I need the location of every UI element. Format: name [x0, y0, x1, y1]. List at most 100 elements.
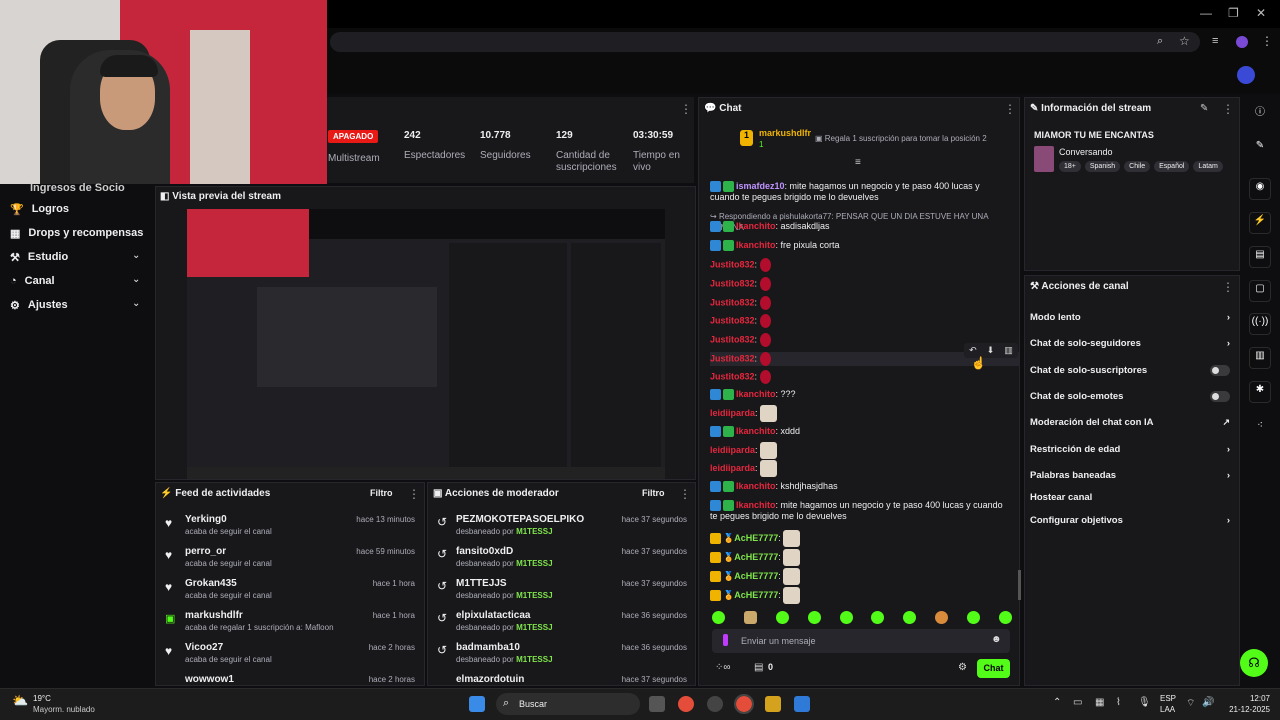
tray-network-icon[interactable]: ⌇	[1116, 697, 1121, 708]
chat-message[interactable]: 🏅AcHE7777:	[710, 530, 1010, 547]
tray-chevron-icon[interactable]: ⌃	[1053, 697, 1061, 708]
bolt-icon[interactable]: ⚡	[1249, 212, 1271, 234]
tag[interactable]: Español	[1154, 161, 1190, 172]
chat-scrollbar[interactable]	[1018, 570, 1021, 600]
chat-message[interactable]: lkanchito: fre pixula corta	[710, 240, 1010, 252]
notepad-icon[interactable]	[794, 696, 810, 712]
broadcast-icon[interactable]: ((·))	[1249, 313, 1271, 335]
windows-start-icon[interactable]	[469, 696, 485, 712]
sidebar-item-canal[interactable]: ◔ Canal	[10, 271, 150, 291]
chevron-down-icon[interactable]: ⌄	[132, 298, 140, 309]
chat-user[interactable]: Justito832	[710, 259, 755, 269]
chat-message[interactable]: Justito832:	[710, 258, 1010, 272]
chat-menu-icon[interactable]: ⋮	[1004, 102, 1016, 116]
chat-send-button[interactable]: Chat	[977, 659, 1010, 678]
wrench-icon[interactable]: ✱	[1249, 381, 1271, 403]
obs-icon[interactable]	[707, 696, 723, 712]
chat-user[interactable]: Justito832	[710, 297, 755, 307]
chat-message[interactable]: Justito832:	[710, 277, 1010, 291]
action-age-restriction[interactable]: Restricción de edad ›	[1030, 441, 1230, 457]
file-explorer-icon[interactable]	[649, 696, 665, 712]
chat-user[interactable]: lkanchito	[736, 500, 776, 510]
bookmark-star-icon[interactable]: ☆	[1179, 34, 1190, 48]
mod-menu-icon[interactable]: ⋮	[679, 487, 691, 501]
chat-message[interactable]: Justito832:	[710, 296, 1010, 310]
feed-filter-button[interactable]: Filtro	[370, 488, 393, 498]
chevron-down-icon[interactable]: ⌄	[132, 274, 140, 285]
stats-menu-icon[interactable]: ⋮	[680, 102, 692, 116]
maximize-icon[interactable]: ❐	[1228, 6, 1239, 20]
sidebar-item-drops[interactable]: ▦ Drops y recompensas	[10, 223, 150, 243]
document-icon[interactable]: ▤	[1249, 246, 1271, 268]
emote-icon[interactable]	[967, 611, 980, 624]
chevron-down-icon[interactable]: ⌄	[132, 250, 140, 261]
chat-user[interactable]: leidiiparda	[710, 445, 755, 455]
close-icon[interactable]: ✕	[1256, 6, 1266, 20]
support-icon[interactable]: ☊	[1240, 649, 1268, 677]
feed-menu-icon[interactable]: ⋮	[408, 487, 420, 501]
tag[interactable]: Latam	[1193, 161, 1223, 172]
sidebar-item-ajustes[interactable]: ⚙ Ajustes	[10, 295, 150, 315]
zoom-icon[interactable]: ⌕	[1157, 35, 1163, 48]
chat-user[interactable]: leidiiparda	[710, 408, 755, 418]
chat-message[interactable]: 🏅AcHE7777:	[710, 568, 1010, 585]
sidebar-item-estudio[interactable]: ⚒ Estudio	[10, 247, 150, 267]
emote-icon[interactable]	[903, 611, 917, 624]
url-field[interactable]	[330, 32, 1200, 52]
chat-message[interactable]: ismafdez10: mite hagamos un negocio y te…	[710, 181, 1010, 203]
chat-message[interactable]: Justito832:	[710, 314, 1010, 328]
tag[interactable]: Spanish	[1084, 161, 1121, 172]
chat-user[interactable]: AcHE7777	[734, 590, 778, 600]
chrome-active-icon[interactable]	[734, 694, 754, 714]
chat-message[interactable]: lkanchito: kshdjhasjdhas	[710, 481, 1010, 493]
collapse-icon[interactable]: ≡	[855, 157, 861, 168]
chat-message[interactable]: Justito832:	[710, 370, 1010, 384]
action-banned-words[interactable]: Palabras baneadas ›	[1030, 467, 1230, 483]
chat-user[interactable]: lkanchito	[736, 426, 776, 436]
chat-message[interactable]: 🏅AcHE7777:	[710, 549, 1010, 566]
chat-user[interactable]: Justito832	[710, 315, 755, 325]
points-icon[interactable]: ⁘∞	[715, 662, 731, 673]
tray-mic-icon[interactable]: 🎙	[1138, 697, 1151, 708]
chat-user[interactable]: Justito832	[710, 353, 755, 363]
chat-bubble-icon[interactable]: ▢	[1249, 280, 1271, 302]
chat-message[interactable]: lkanchito: ???	[710, 389, 1010, 401]
video-icon[interactable]: ◉	[1249, 178, 1271, 200]
action-ai-moderation[interactable]: Moderación del chat con IA ↗	[1030, 414, 1230, 430]
gift-prompt[interactable]: ▣ Regala 1 suscripción para tomar la pos…	[815, 134, 987, 143]
tray-grid-icon[interactable]: ▦	[1095, 697, 1104, 708]
emote-icon[interactable]	[871, 611, 885, 624]
chat-user[interactable]: Justito832	[710, 334, 755, 344]
channel-actions-menu-icon[interactable]: ⋮	[1222, 280, 1234, 294]
app-icon[interactable]	[765, 696, 781, 712]
action-subs-only[interactable]: Chat de solo-suscriptores	[1030, 362, 1230, 378]
chat-user[interactable]: AcHE7777	[734, 571, 778, 581]
chat-user[interactable]: lkanchito	[736, 221, 776, 231]
edit-icon[interactable]: ✎	[1252, 138, 1268, 154]
action-emotes-only[interactable]: Chat de solo-emotes	[1030, 388, 1230, 404]
chat-message[interactable]: leidiiparda:	[710, 405, 1010, 422]
delete-icon[interactable]: ▥	[1004, 345, 1013, 356]
media-icon[interactable]: ≡	[1212, 35, 1218, 47]
emote-icon[interactable]	[807, 611, 821, 624]
minimize-icon[interactable]: —	[1200, 6, 1212, 20]
volume-icon[interactable]: 🔊	[1202, 697, 1214, 708]
chat-user[interactable]: lkanchito	[736, 389, 776, 399]
preview-video[interactable]	[187, 209, 665, 479]
chat-message[interactable]: 🏅AcHE7777:	[710, 587, 1010, 604]
emote-icon[interactable]	[743, 611, 757, 624]
tray-icon[interactable]: ▭	[1073, 697, 1082, 708]
weather-icon[interactable]: ⛅	[12, 693, 28, 709]
chrome-icon[interactable]	[678, 696, 694, 712]
chat-user[interactable]: Justito832	[710, 371, 755, 381]
pinned-user[interactable]: markushdlfr	[759, 128, 811, 138]
sidebar-item-logros[interactable]: 🏆 Logros	[10, 199, 150, 219]
chat-message[interactable]: lkanchito: mite hagamos un negocio y te …	[710, 500, 1010, 522]
pin-icon[interactable]: ⬇	[987, 345, 995, 356]
chat-user[interactable]: ismafdez10	[736, 181, 785, 191]
dots-icon[interactable]: ⁖	[1252, 418, 1268, 434]
chat-user[interactable]: AcHE7777	[734, 533, 778, 543]
emote-icon[interactable]	[712, 611, 725, 624]
user-avatar[interactable]	[1237, 66, 1255, 84]
info-icon[interactable]: ⓘ	[1252, 105, 1268, 121]
